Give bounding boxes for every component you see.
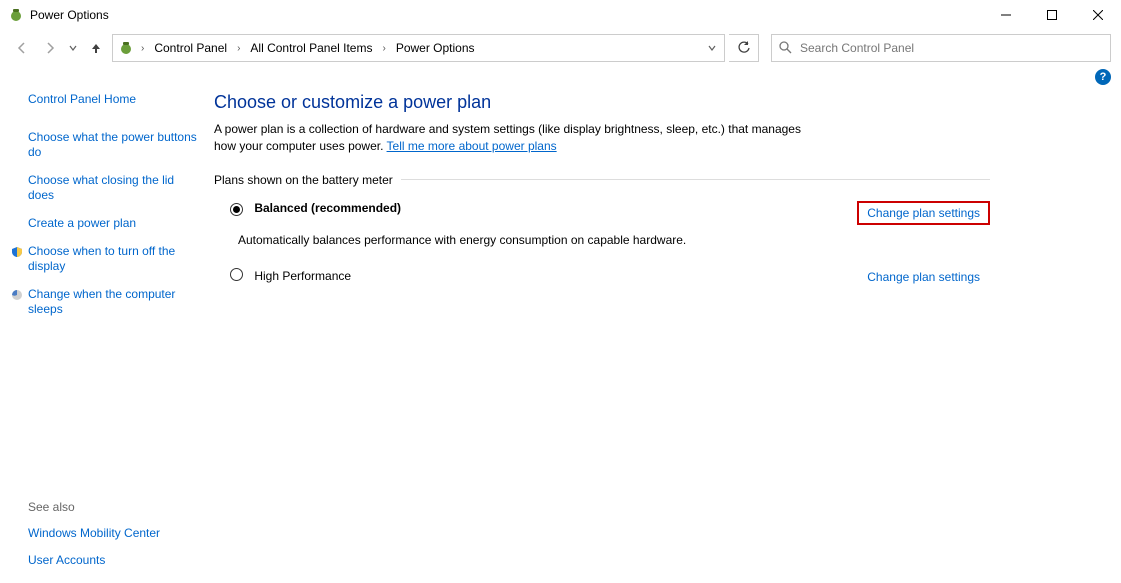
sidebar-link-turn-off-display[interactable]: Choose when to turn off the display [28, 244, 198, 275]
sidebar: Control Panel Home Choose what the power… [0, 88, 210, 583]
main-content: Choose or customize a power plan A power… [210, 88, 1010, 583]
chevron-right-icon[interactable]: › [233, 43, 244, 54]
forward-button[interactable] [38, 34, 62, 62]
close-button[interactable] [1075, 0, 1121, 30]
window-title: Power Options [30, 8, 109, 22]
plan-row-high-performance: High Performance Change plan settings [214, 263, 990, 291]
breadcrumb-all-items[interactable]: All Control Panel Items [246, 36, 376, 60]
control-panel-icon [117, 39, 135, 57]
sidebar-item-label: Change when the computer sleeps [28, 287, 175, 317]
see-also-mobility-center[interactable]: Windows Mobility Center [28, 526, 198, 542]
sidebar-item-label: Choose when to turn off the display [28, 244, 175, 274]
section-label: Plans shown on the battery meter [214, 173, 393, 187]
breadcrumb-power-options[interactable]: Power Options [392, 36, 479, 60]
chevron-right-icon[interactable]: › [137, 43, 148, 54]
sidebar-link-computer-sleeps[interactable]: Change when the computer sleeps [28, 287, 198, 318]
help-row: ? [0, 66, 1121, 88]
refresh-button[interactable] [729, 34, 759, 62]
navbar: › Control Panel › All Control Panel Item… [0, 30, 1121, 66]
titlebar: Power Options [0, 0, 1121, 30]
maximize-button[interactable] [1029, 0, 1075, 30]
back-button[interactable] [10, 34, 34, 62]
sidebar-home-link[interactable]: Control Panel Home [28, 92, 198, 108]
plan-description: Automatically balances performance with … [238, 233, 718, 247]
plan-row-balanced: Balanced (recommended) Change plan setti… [214, 197, 990, 229]
up-button[interactable] [84, 34, 108, 62]
shield-icon [10, 245, 24, 259]
window-controls [983, 0, 1121, 30]
tell-me-more-link[interactable]: Tell me more about power plans [387, 139, 557, 153]
breadcrumb-control-panel[interactable]: Control Panel [150, 36, 231, 60]
plan-name: High Performance [254, 269, 351, 283]
page-description: A power plan is a collection of hardware… [214, 121, 804, 155]
search-input[interactable] [798, 40, 1104, 56]
address-dropdown-button[interactable] [702, 36, 722, 60]
help-icon[interactable]: ? [1095, 69, 1111, 85]
plan-radio-high-performance[interactable] [230, 268, 243, 281]
sidebar-link-power-buttons[interactable]: Choose what the power buttons do [28, 130, 198, 161]
change-plan-settings-link[interactable]: Change plan settings [857, 267, 990, 287]
plan-name: Balanced (recommended) [254, 201, 401, 215]
sidebar-link-create-plan[interactable]: Create a power plan [28, 216, 198, 232]
shield-icon [10, 288, 24, 302]
address-bar[interactable]: › Control Panel › All Control Panel Item… [112, 34, 725, 62]
change-plan-settings-highlight: Change plan settings [857, 201, 990, 225]
see-also-label: See also [28, 500, 198, 514]
minimize-button[interactable] [983, 0, 1029, 30]
search-icon [778, 40, 792, 57]
sidebar-link-closing-lid[interactable]: Choose what closing the lid does [28, 173, 198, 204]
recent-locations-button[interactable] [66, 34, 80, 62]
section-divider [401, 179, 990, 180]
search-box[interactable] [771, 34, 1111, 62]
chevron-right-icon[interactable]: › [378, 43, 389, 54]
power-options-icon [8, 7, 24, 23]
change-plan-settings-link[interactable]: Change plan settings [867, 206, 980, 220]
plan-radio-balanced[interactable] [230, 203, 243, 216]
see-also-user-accounts[interactable]: User Accounts [28, 553, 198, 569]
section-header: Plans shown on the battery meter [214, 173, 990, 187]
page-title: Choose or customize a power plan [214, 92, 990, 113]
